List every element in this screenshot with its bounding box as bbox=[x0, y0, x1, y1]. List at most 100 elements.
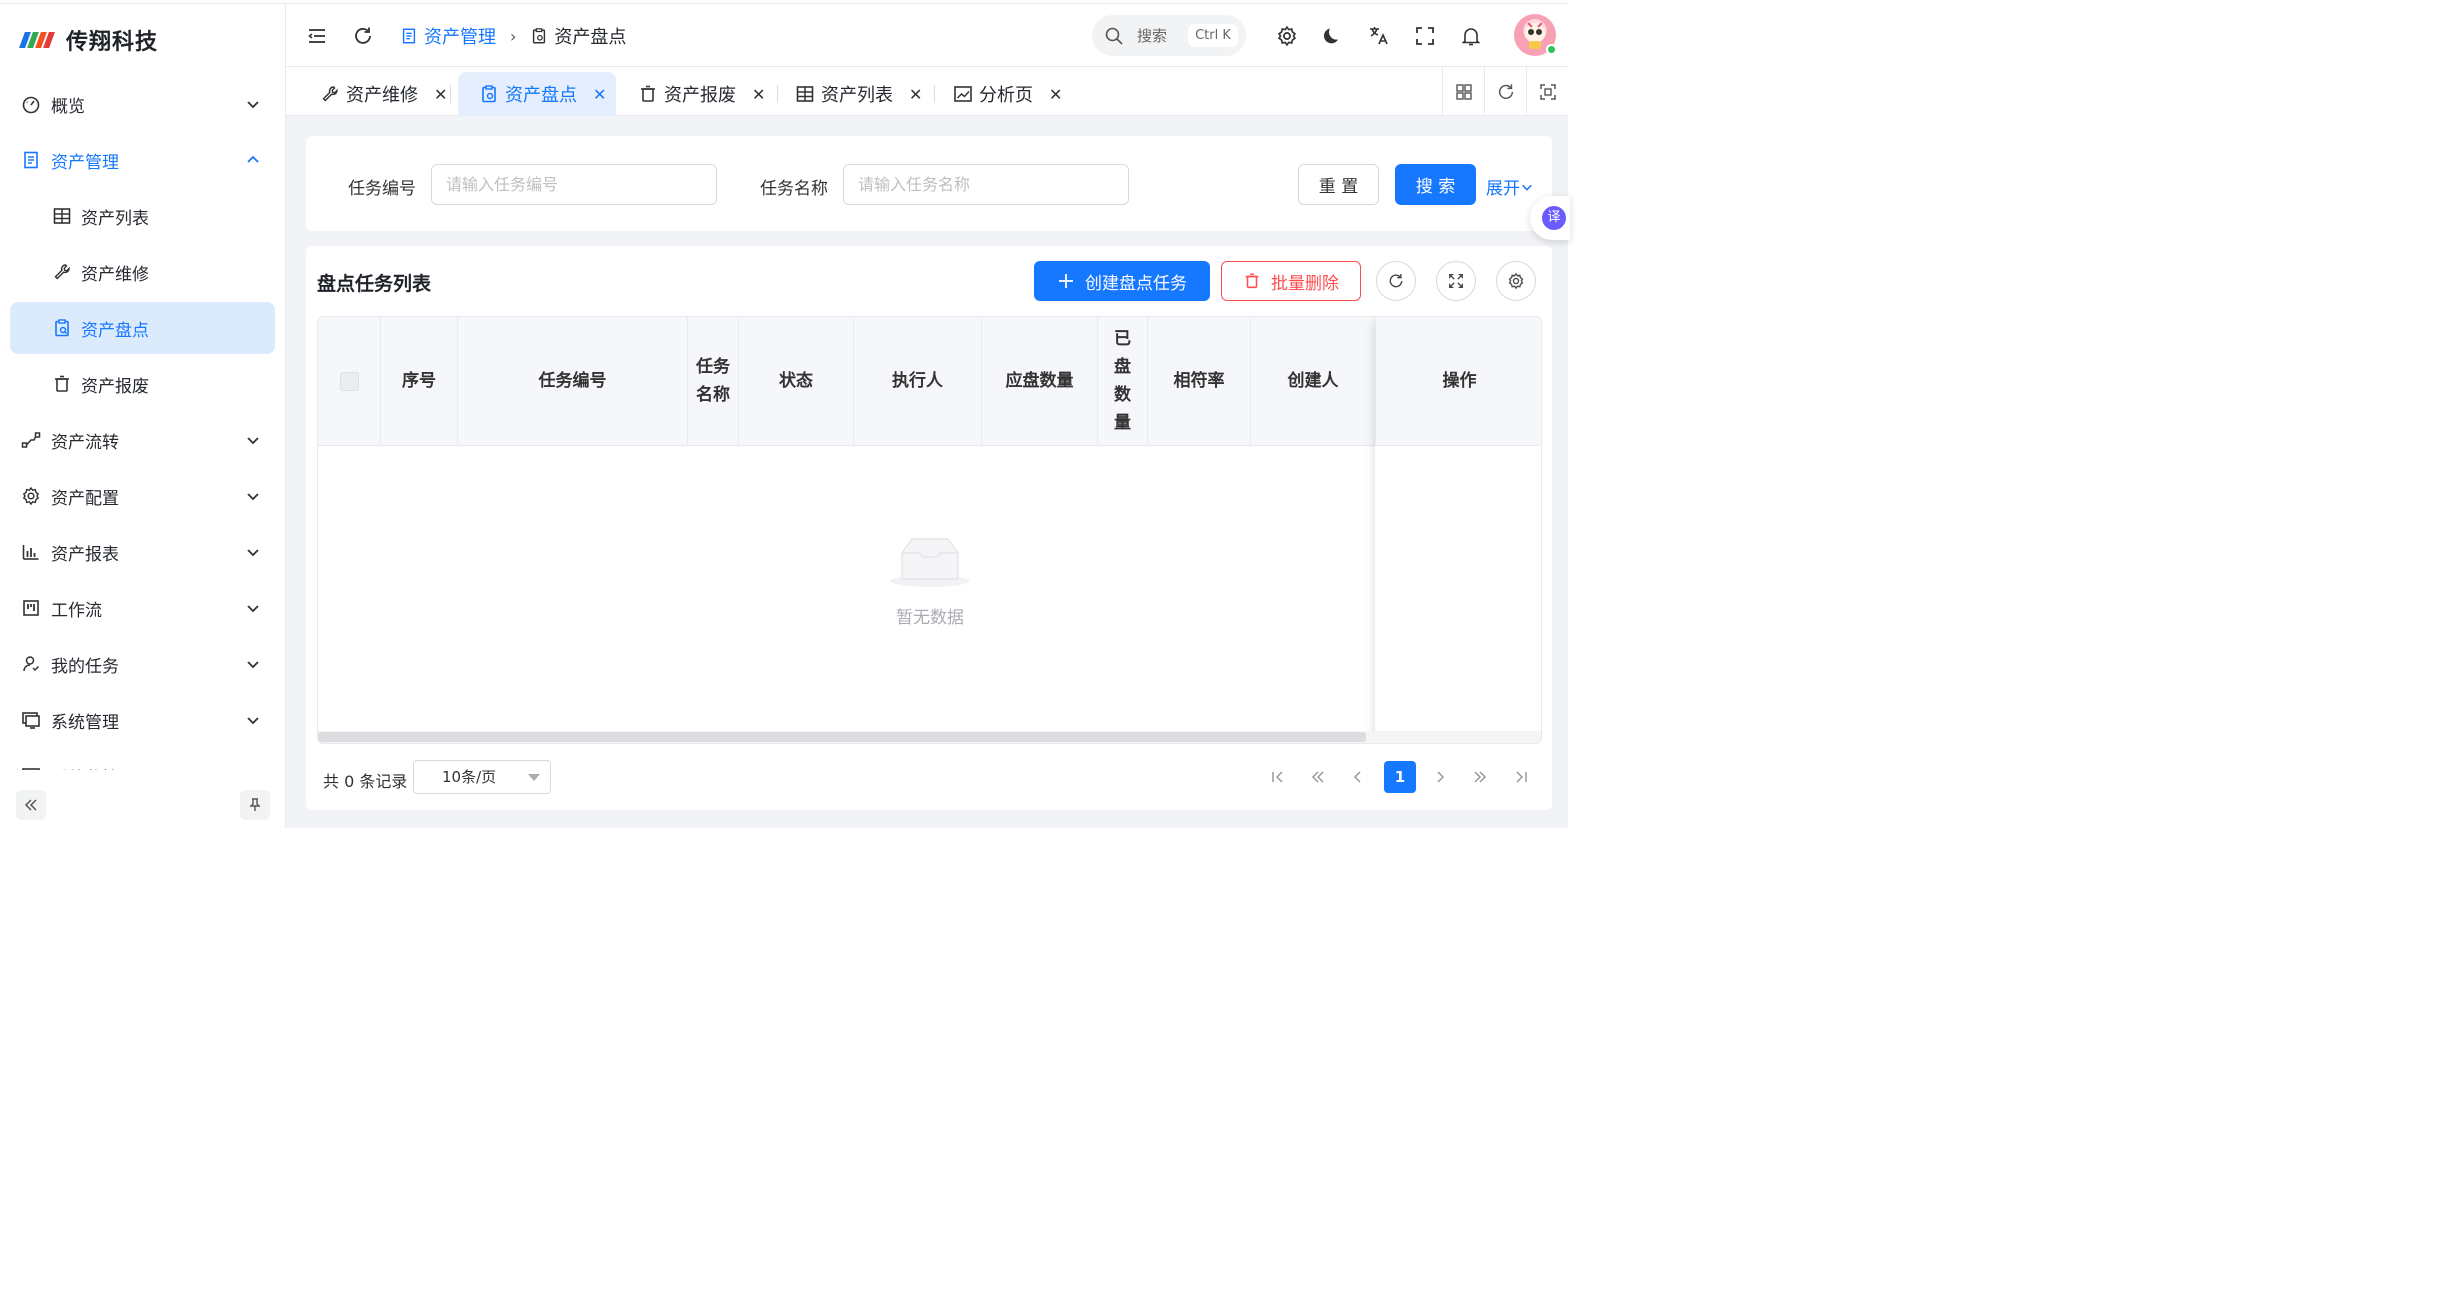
tab-close-icon[interactable]: ✕ bbox=[593, 85, 606, 104]
pagination-total: 共 0 条记录 bbox=[323, 772, 408, 791]
column-header-index[interactable]: 序号 bbox=[381, 317, 458, 445]
tab-divider bbox=[934, 85, 935, 103]
tab-close-icon[interactable]: ✕ bbox=[1049, 85, 1062, 104]
prev-page-button[interactable] bbox=[1343, 762, 1373, 792]
tab-close-icon[interactable]: ✕ bbox=[752, 85, 765, 104]
sidebar-item-asset-report[interactable]: 资产报表 bbox=[10, 526, 275, 578]
collapse-sidebar-button[interactable] bbox=[16, 790, 46, 820]
breadcrumb-label: 资产盘点 bbox=[554, 27, 627, 48]
tab-asset-repair[interactable]: 资产维修 ✕ bbox=[320, 72, 447, 116]
column-header-creator[interactable]: 创建人 bbox=[1251, 317, 1376, 445]
fullscreen-icon[interactable] bbox=[1414, 25, 1436, 47]
batch-delete-label: 批量删除 bbox=[1271, 273, 1339, 294]
menu-toggle-icon[interactable] bbox=[306, 25, 328, 47]
tab-asset-inventory[interactable]: 资产盘点 ✕ bbox=[458, 72, 616, 116]
table-icon bbox=[796, 86, 814, 102]
chevron-down-icon bbox=[247, 605, 259, 613]
flow-icon bbox=[21, 432, 41, 448]
sidebar-item-label: 资产报废 bbox=[81, 376, 149, 397]
expand-filters-link[interactable]: 展开 bbox=[1486, 174, 1534, 199]
chevron-down-icon bbox=[247, 661, 259, 669]
tab-label: 资产盘点 bbox=[505, 85, 577, 106]
table-refresh-button[interactable] bbox=[1376, 261, 1416, 301]
empty-inbox-icon bbox=[890, 538, 970, 587]
page-size-select[interactable]: 10条/页 bbox=[413, 760, 551, 794]
create-inventory-task-button[interactable]: 创建盘点任务 bbox=[1034, 261, 1210, 301]
sidebar-item-asset-scrap[interactable]: 资产报废 bbox=[10, 358, 275, 410]
sidebar-item-label: 概览 bbox=[51, 96, 85, 117]
refresh-icon bbox=[1389, 274, 1403, 288]
app-window: 传翔科技 概览 资产管理 资产列表 资产维修 资产盘点 资产报废 资产流转 资产… bbox=[0, 0, 1570, 828]
sidebar-item-my-tasks[interactable]: 我的任务 bbox=[10, 638, 275, 690]
batch-delete-button[interactable]: 批量删除 bbox=[1221, 261, 1361, 301]
chevron-left-icon bbox=[1353, 771, 1361, 783]
clipboard-icon bbox=[482, 85, 496, 103]
bar-chart-icon bbox=[22, 545, 39, 560]
chevron-down-icon bbox=[247, 549, 259, 557]
pin-sidebar-button[interactable] bbox=[240, 790, 270, 820]
next-page-button[interactable] bbox=[1425, 762, 1455, 792]
column-header-executor[interactable]: 执行人 bbox=[854, 317, 982, 445]
translate-float-icon: 译 bbox=[1542, 206, 1566, 230]
global-search[interactable]: 搜索 Ctrl K bbox=[1092, 15, 1246, 56]
settings-gear-icon[interactable] bbox=[1276, 25, 1298, 47]
tab-maximize-button[interactable] bbox=[1526, 67, 1568, 116]
tab-asset-list[interactable]: 资产列表 ✕ bbox=[795, 72, 922, 116]
tab-label: 资产维修 bbox=[346, 85, 418, 106]
table-settings-button[interactable] bbox=[1496, 261, 1536, 301]
user-avatar[interactable] bbox=[1514, 14, 1557, 56]
refresh-icon[interactable] bbox=[352, 25, 374, 47]
notification-bell-icon[interactable] bbox=[1460, 25, 1482, 47]
sidebar-item-asset-config[interactable]: 资产配置 bbox=[10, 470, 275, 522]
online-status-dot bbox=[1546, 44, 1557, 55]
sidebar-item-asset-transfer[interactable]: 资产流转 bbox=[10, 414, 275, 466]
page-number-button[interactable]: 1 bbox=[1384, 761, 1416, 793]
brand[interactable]: 传翔科技 bbox=[18, 24, 158, 56]
column-header-expected-count[interactable]: 应盘数量 bbox=[982, 317, 1098, 445]
tab-refresh-button[interactable] bbox=[1484, 67, 1526, 116]
task-name-input[interactable]: 请输入任务名称 bbox=[843, 164, 1129, 205]
tab-analysis[interactable]: 分析页 ✕ bbox=[953, 72, 1062, 116]
search-button[interactable]: 搜 索 bbox=[1395, 164, 1476, 205]
column-header-task-name[interactable]: 任务名称 bbox=[688, 317, 739, 445]
sidebar-item-overview[interactable]: 概览 bbox=[10, 78, 275, 130]
tab-close-icon[interactable]: ✕ bbox=[909, 85, 922, 104]
sidebar-item-asset-inventory[interactable]: 资产盘点 bbox=[10, 302, 275, 354]
tab-asset-scrap[interactable]: 资产报废 ✕ bbox=[638, 72, 765, 116]
breadcrumb-item-asset-management[interactable]: 资产管理 bbox=[400, 23, 496, 49]
translate-icon[interactable] bbox=[1368, 25, 1390, 47]
search-icon bbox=[1105, 27, 1123, 45]
reset-button[interactable]: 重 置 bbox=[1298, 164, 1379, 205]
select-all-checkbox[interactable] bbox=[339, 371, 359, 391]
first-page-button[interactable] bbox=[1263, 762, 1293, 792]
next-5-pages-button[interactable] bbox=[1465, 762, 1495, 792]
sidebar-item-workflow[interactable]: 工作流 bbox=[10, 582, 275, 634]
column-header-checked-count[interactable]: 已盘数量 bbox=[1098, 317, 1148, 445]
tab-label: 分析页 bbox=[979, 85, 1033, 106]
last-page-button[interactable] bbox=[1506, 762, 1536, 792]
monitor-icon bbox=[22, 712, 40, 729]
horizontal-scrollbar[interactable] bbox=[318, 731, 1541, 743]
sidebar-item-asset-management[interactable]: 资产管理 bbox=[10, 134, 275, 186]
wrench-icon bbox=[54, 264, 70, 280]
sidebar-item-asset-list[interactable]: 资产列表 bbox=[10, 190, 275, 242]
task-table: 序号 任务编号 任务名称 状态 执行人 应盘数量 已盘数量 相符率 创建人 操作… bbox=[317, 316, 1542, 744]
double-chevron-right-icon bbox=[1474, 771, 1487, 783]
tab-close-icon[interactable]: ✕ bbox=[434, 85, 447, 104]
double-chevron-left-icon bbox=[24, 799, 37, 811]
sidebar-item-asset-repair[interactable]: 资产维修 bbox=[10, 246, 275, 298]
sidebar-item-system-management[interactable]: 系统管理 bbox=[10, 694, 275, 746]
maximize-icon bbox=[1539, 83, 1556, 100]
table-fullscreen-button[interactable] bbox=[1436, 261, 1476, 301]
column-header-task-no[interactable]: 任务编号 bbox=[458, 317, 688, 445]
chevron-down-icon bbox=[247, 717, 259, 725]
breadcrumb-item-asset-inventory: 资产盘点 bbox=[530, 23, 626, 49]
column-header-match-rate[interactable]: 相符率 bbox=[1148, 317, 1251, 445]
dark-mode-moon-icon[interactable] bbox=[1322, 25, 1344, 47]
scrollbar-thumb[interactable] bbox=[318, 732, 1366, 742]
prev-5-pages-button[interactable] bbox=[1303, 762, 1333, 792]
translate-float-button[interactable]: 译 bbox=[1530, 196, 1570, 240]
task-no-input[interactable]: 请输入任务编号 bbox=[431, 164, 717, 205]
tab-layout-button[interactable] bbox=[1442, 67, 1484, 116]
column-header-status[interactable]: 状态 bbox=[739, 317, 854, 445]
